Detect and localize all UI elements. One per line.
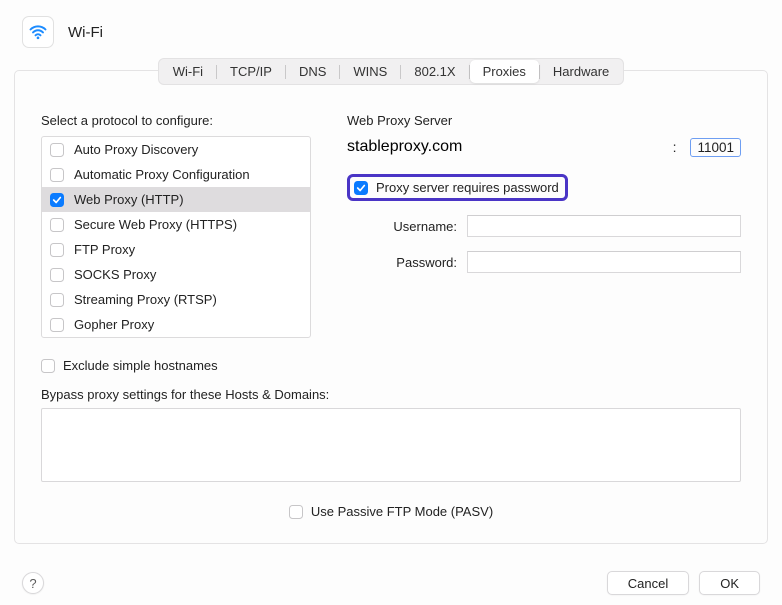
bypass-label: Bypass proxy settings for these Hosts & …	[41, 387, 741, 402]
protocol-item[interactable]: Web Proxy (HTTP)	[42, 187, 310, 212]
password-input[interactable]	[467, 251, 741, 273]
protocol-checkbox[interactable]	[50, 168, 64, 182]
protocol-label: Secure Web Proxy (HTTPS)	[74, 217, 237, 232]
protocol-item[interactable]: FTP Proxy	[42, 237, 310, 262]
tab-802-1x[interactable]: 802.1X	[401, 60, 468, 83]
exclude-hostnames-label: Exclude simple hostnames	[63, 358, 218, 373]
proxy-host-input[interactable]	[347, 136, 597, 158]
server-address-row: : 11001	[347, 136, 741, 158]
web-proxy-server-label: Web Proxy Server	[347, 113, 741, 128]
tab-tcp-ip[interactable]: TCP/IP	[217, 60, 285, 83]
protocol-checkbox[interactable]	[50, 193, 64, 207]
protocol-item[interactable]: Auto Proxy Discovery	[42, 137, 310, 162]
protocol-label: Gopher Proxy	[74, 317, 154, 332]
ok-button[interactable]: OK	[699, 571, 760, 595]
protocol-label: FTP Proxy	[74, 242, 135, 257]
wifi-icon	[22, 16, 54, 48]
help-button[interactable]: ?	[22, 572, 44, 594]
password-label: Password:	[347, 255, 457, 270]
select-protocol-label: Select a protocol to configure:	[41, 113, 321, 128]
username-input[interactable]	[467, 215, 741, 237]
tab-hardware[interactable]: Hardware	[540, 60, 622, 83]
protocol-item[interactable]: Secure Web Proxy (HTTPS)	[42, 212, 310, 237]
protocol-item[interactable]: Gopher Proxy	[42, 312, 310, 337]
tab-wi-fi[interactable]: Wi-Fi	[160, 60, 216, 83]
protocol-checkbox[interactable]	[50, 243, 64, 257]
tab-proxies[interactable]: Proxies	[470, 60, 539, 83]
requires-password-row[interactable]: Proxy server requires password	[347, 174, 568, 201]
username-label: Username:	[347, 219, 457, 234]
cancel-button[interactable]: Cancel	[607, 571, 689, 595]
tab-wins[interactable]: WINS	[340, 60, 400, 83]
tab-dns[interactable]: DNS	[286, 60, 339, 83]
protocol-label: Streaming Proxy (RTSP)	[74, 292, 217, 307]
protocol-item[interactable]: SOCKS Proxy	[42, 262, 310, 287]
exclude-hostnames-checkbox[interactable]	[41, 359, 55, 373]
protocol-label: Web Proxy (HTTP)	[74, 192, 184, 207]
tab-bar: Wi-FiTCP/IPDNSWINS802.1XProxiesHardware	[14, 58, 768, 85]
pasv-row[interactable]: Use Passive FTP Mode (PASV)	[41, 504, 741, 519]
protocol-checkbox[interactable]	[50, 268, 64, 282]
protocol-checkbox[interactable]	[50, 293, 64, 307]
window-title: Wi-Fi	[68, 24, 103, 41]
password-row: Password:	[347, 251, 741, 273]
settings-panel: Select a protocol to configure: Auto Pro…	[14, 70, 768, 544]
protocol-checkbox[interactable]	[50, 143, 64, 157]
pasv-label: Use Passive FTP Mode (PASV)	[311, 504, 493, 519]
requires-password-label: Proxy server requires password	[376, 180, 559, 195]
footer: ? Cancel OK	[0, 571, 782, 595]
protocol-item[interactable]: Automatic Proxy Configuration	[42, 162, 310, 187]
host-port-separator: :	[673, 139, 677, 155]
window-header: Wi-Fi	[0, 0, 782, 58]
protocol-checkbox[interactable]	[50, 218, 64, 232]
bypass-textarea[interactable]	[41, 408, 741, 482]
protocol-label: SOCKS Proxy	[74, 267, 156, 282]
username-row: Username:	[347, 215, 741, 237]
exclude-hostnames-row[interactable]: Exclude simple hostnames	[41, 358, 741, 373]
requires-password-checkbox[interactable]	[354, 181, 368, 195]
protocol-label: Automatic Proxy Configuration	[74, 167, 250, 182]
proxy-port-input[interactable]: 11001	[690, 138, 741, 157]
pasv-checkbox[interactable]	[289, 505, 303, 519]
protocol-label: Auto Proxy Discovery	[74, 142, 198, 157]
protocol-item[interactable]: Streaming Proxy (RTSP)	[42, 287, 310, 312]
protocol-checkbox[interactable]	[50, 318, 64, 332]
protocol-list[interactable]: Auto Proxy Discovery Automatic Proxy Conf…	[41, 136, 311, 338]
